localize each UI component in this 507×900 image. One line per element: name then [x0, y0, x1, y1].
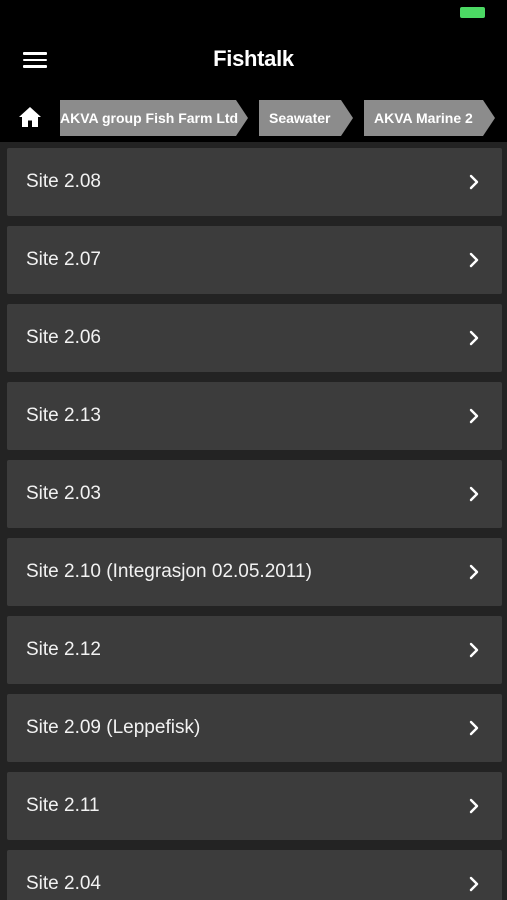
list-item[interactable]: Site 2.09 (Leppefisk): [7, 694, 502, 762]
chevron-right-icon: [469, 642, 479, 658]
breadcrumb-item-label: AKVA Marine 2: [374, 110, 473, 126]
list-item-label: Site 2.10 (Integrasjon 02.05.2011): [26, 561, 312, 582]
list-item[interactable]: Site 2.13: [7, 382, 502, 450]
list-item[interactable]: Site 2.07: [7, 226, 502, 294]
chevron-right-icon: [469, 564, 479, 580]
list-item-label: Site 2.04: [26, 873, 101, 894]
home-icon[interactable]: [18, 106, 42, 128]
chevron-right-icon: [469, 798, 479, 814]
list-item-label: Site 2.11: [26, 795, 100, 816]
breadcrumb: AKVA group Fish Farm Ltd Seawater AKVA M…: [0, 90, 507, 142]
chevron-right-icon: [469, 252, 479, 268]
list-item[interactable]: Site 2.03: [7, 460, 502, 528]
app-screen: Fishtalk AKVA group Fish Farm Ltd Seawat…: [0, 0, 507, 900]
list-item-label: Site 2.12: [26, 639, 101, 660]
battery-icon: [460, 7, 485, 18]
chevron-right-icon: [469, 174, 479, 190]
chevron-right-icon: [469, 330, 479, 346]
chevron-right-icon: [469, 408, 479, 424]
list-item[interactable]: Site 2.12: [7, 616, 502, 684]
list-item-label: Site 2.07: [26, 249, 101, 270]
breadcrumb-item-akva-marine-2[interactable]: AKVA Marine 2: [364, 100, 495, 136]
breadcrumb-item-label: Seawater: [269, 110, 331, 126]
list-item-label: Site 2.08: [26, 171, 101, 192]
breadcrumb-item-label: AKVA group Fish Farm Ltd: [60, 110, 239, 126]
list-item-label: Site 2.06: [26, 327, 101, 348]
breadcrumb-item-fish-farm[interactable]: AKVA group Fish Farm Ltd: [60, 100, 248, 136]
list-item[interactable]: Site 2.04: [7, 850, 502, 900]
list-item-label: Site 2.03: [26, 483, 101, 504]
list-item[interactable]: Site 2.11: [7, 772, 502, 840]
chevron-right-icon: [469, 876, 479, 892]
list-item[interactable]: Site 2.08: [7, 148, 502, 216]
list-item[interactable]: Site 2.10 (Integrasjon 02.05.2011): [7, 538, 502, 606]
status-bar: [0, 0, 507, 28]
navigation-bar: Fishtalk: [0, 28, 507, 90]
list-item[interactable]: Site 2.06: [7, 304, 502, 372]
list-item-label: Site 2.09 (Leppefisk): [26, 717, 201, 738]
breadcrumb-item-seawater[interactable]: Seawater: [259, 100, 353, 136]
list-item-label: Site 2.13: [26, 405, 101, 426]
chevron-right-icon: [469, 720, 479, 736]
chevron-right-icon: [469, 486, 479, 502]
page-title: Fishtalk: [213, 46, 294, 71]
